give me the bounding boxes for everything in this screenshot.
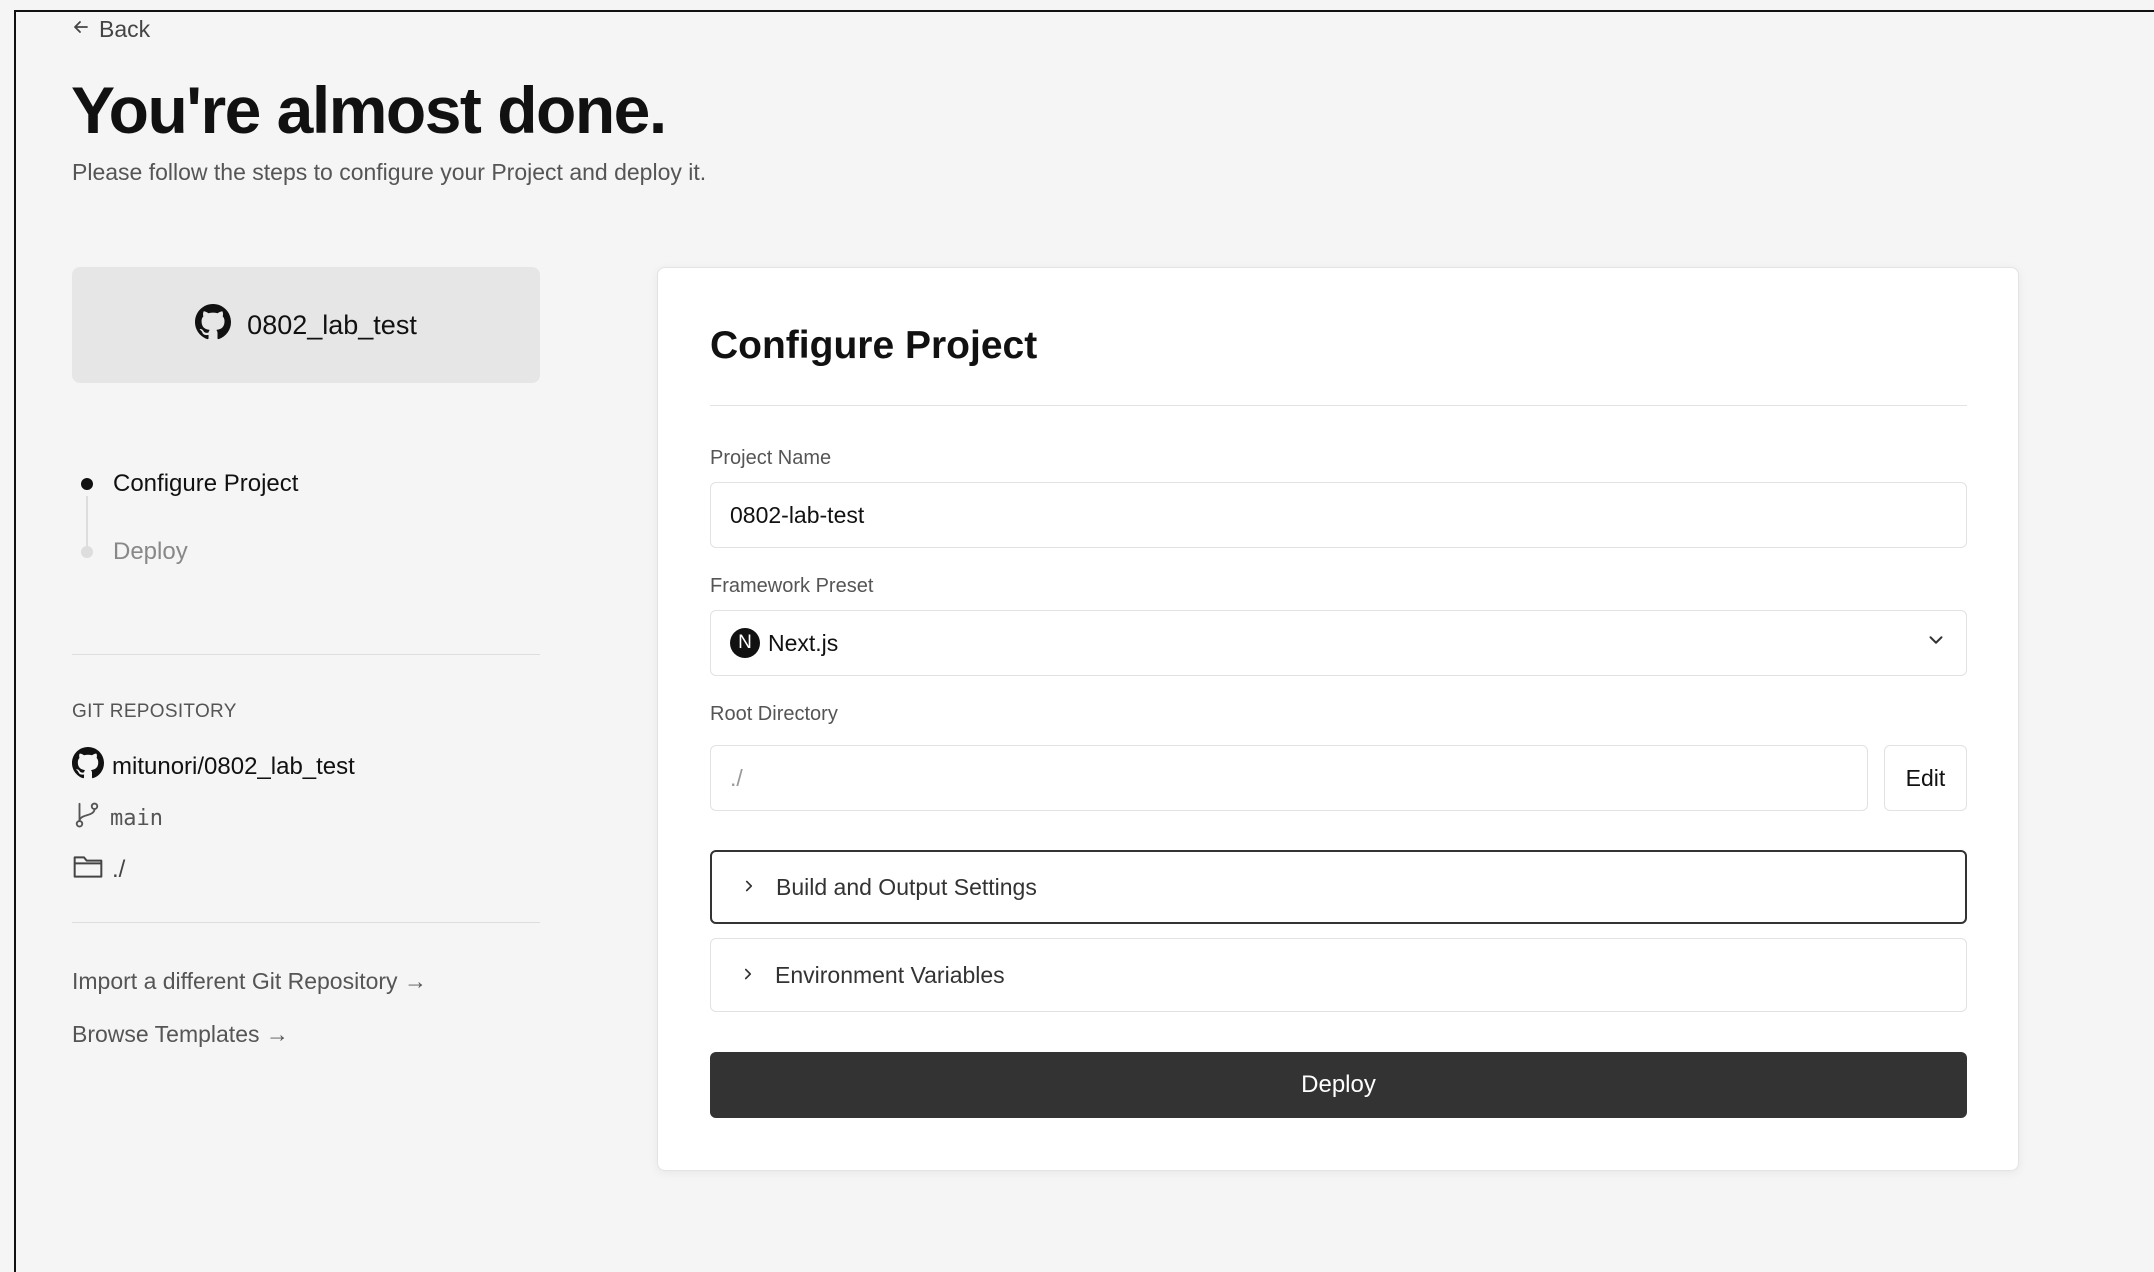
framework-preset-label: Framework Preset — [710, 575, 874, 597]
framework-preset-select[interactable]: N Next.js — [710, 610, 1967, 676]
project-name-label: Project Name — [710, 447, 832, 469]
github-icon — [72, 747, 104, 786]
git-branch-name: main — [110, 805, 163, 831]
browse-templates-link[interactable]: Browse Templates → — [72, 1021, 289, 1048]
edit-root-directory-button[interactable]: Edit — [1884, 745, 1967, 811]
repo-card: 0802_lab_test — [72, 267, 540, 383]
environment-variables-accordion[interactable]: Environment Variables — [710, 938, 1967, 1012]
chevron-down-icon — [1925, 629, 1947, 657]
card-title: Configure Project — [710, 324, 1038, 367]
step-deploy: Deploy — [72, 534, 298, 570]
framework-value: Next.js — [768, 629, 839, 656]
page-subtitle: Please follow the steps to configure you… — [72, 159, 707, 185]
git-repository-heading: GIT REPOSITORY — [72, 701, 237, 722]
git-branch-icon — [72, 800, 102, 836]
configure-project-card: Configure Project Project Name 0802-lab-… — [657, 267, 2019, 1171]
root-directory-input[interactable]: ./ — [710, 745, 1868, 811]
project-name-input[interactable]: 0802-lab-test — [710, 482, 1967, 548]
deploy-button[interactable]: Deploy — [710, 1052, 1967, 1118]
repo-card-name: 0802_lab_test — [247, 309, 417, 340]
accordion-label: Environment Variables — [775, 961, 1005, 988]
git-repo-row[interactable]: mitunori/0802_lab_test — [72, 747, 355, 786]
arrow-left-icon — [71, 17, 91, 43]
project-name-value: 0802-lab-test — [730, 501, 865, 528]
git-directory-row: ./ — [72, 852, 125, 887]
github-icon — [195, 303, 232, 347]
back-label: Back — [99, 16, 151, 42]
page-title: You're almost done. — [71, 73, 667, 147]
card-divider — [710, 405, 1967, 406]
step-label: Deploy — [113, 538, 188, 565]
steps-connector — [86, 496, 88, 548]
git-repo-name: mitunori/0802_lab_test — [112, 752, 355, 780]
step-active-dot — [81, 478, 93, 490]
root-directory-label: Root Directory — [710, 703, 838, 725]
step-label: Configure Project — [113, 470, 299, 497]
chevron-right-icon — [739, 962, 757, 989]
nextjs-logo-icon: N — [730, 628, 760, 658]
git-branch-row: main — [72, 800, 163, 836]
root-directory-value: ./ — [730, 764, 743, 791]
folder-icon — [72, 852, 104, 887]
steps-list: Configure Project Deploy — [72, 466, 298, 570]
divider — [72, 922, 540, 923]
framework-selected: N Next.js — [730, 628, 838, 658]
git-directory-path: ./ — [112, 855, 126, 883]
import-git-repository-link[interactable]: Import a different Git Repository → — [72, 968, 427, 995]
accordion-label: Build and Output Settings — [776, 873, 1037, 900]
back-link[interactable]: Back — [71, 16, 150, 43]
step-configure-project: Configure Project — [72, 466, 298, 502]
chevron-right-icon — [740, 874, 758, 901]
build-output-settings-accordion[interactable]: Build and Output Settings — [710, 850, 1967, 924]
divider — [72, 654, 540, 655]
